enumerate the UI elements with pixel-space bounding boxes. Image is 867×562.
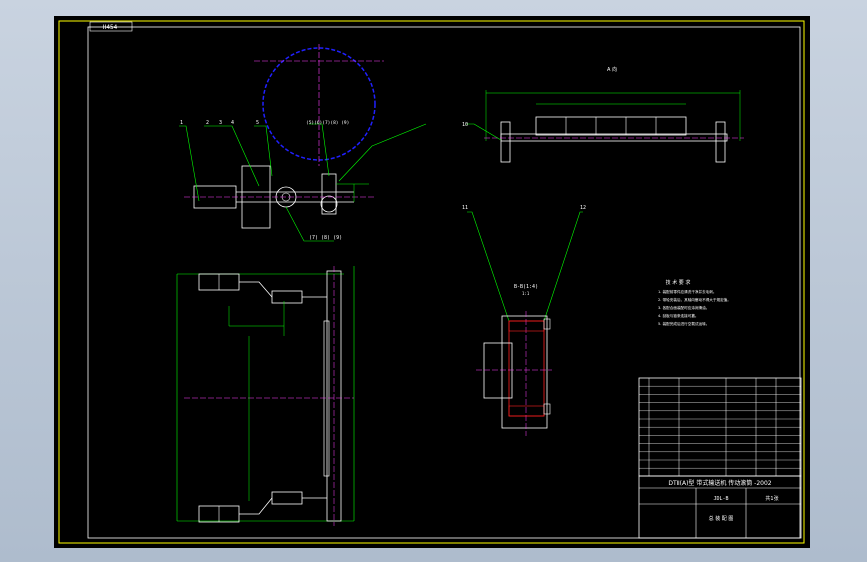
section-scale: 1:1 xyxy=(522,291,530,296)
bottom-left-view xyxy=(176,266,355,526)
top-arm xyxy=(239,281,273,298)
tech-req-line-3: 3. 各配合面装配时应涂润滑油。 xyxy=(658,305,709,310)
label-bottom-left: (7) (8) (9) xyxy=(309,235,342,241)
outer-border xyxy=(58,20,805,544)
leader-3 xyxy=(254,125,273,177)
leader-2 xyxy=(204,125,260,187)
callout-12: 12 xyxy=(580,205,586,211)
label-top-small: (5)(6)(7)(8) (9) xyxy=(306,120,349,126)
title-sub: JDL-B xyxy=(713,496,728,502)
top-mount xyxy=(271,290,303,304)
title-drawing-name: 总 装 配 图 xyxy=(709,515,734,522)
callout-11: 11 xyxy=(462,205,468,211)
tech-req-line-2: 2. 带轮安装后，其轴向窜动不得大于规定值。 xyxy=(658,297,731,302)
tech-req-line-1: 1. 装配前零件应清洗干净并去毛刺。 xyxy=(658,289,716,294)
end-bracket-r xyxy=(715,121,726,163)
bottom-arm xyxy=(239,497,273,515)
inner-border xyxy=(87,26,801,539)
clamp-circle xyxy=(320,195,338,213)
section-housing xyxy=(508,320,545,417)
callout-3: 3 xyxy=(219,120,222,126)
leader-12 xyxy=(543,211,583,322)
callout-1: 1 xyxy=(180,120,183,126)
scraper-blades xyxy=(535,116,687,136)
title-sheet: 共1张 xyxy=(765,495,778,502)
tech-requirements: 技 术 要 求 1. 装配前零件应清洗干净并去毛刺。 2. 带轮安装后，其轴向窜… xyxy=(658,279,731,326)
callout-4: 4 xyxy=(231,120,234,126)
tech-req-line-5: 5. 装配完成后进行空载试运转。 xyxy=(658,321,709,326)
callout-10: 10 xyxy=(462,122,468,128)
title-main: DTⅡ(A)型 带式输送机 传动滚筒 -2002 xyxy=(668,479,771,487)
tech-req-title: 技 术 要 求 xyxy=(666,279,691,286)
end-bracket-l xyxy=(500,121,511,163)
clamp-block xyxy=(321,173,337,215)
section-label: B-B(1:4) xyxy=(514,284,538,290)
corner-label: H454 xyxy=(103,24,118,31)
leader-4 xyxy=(338,123,427,182)
section-view: 11 12 B-B(1:4) 1:1 xyxy=(462,205,586,436)
callout-2: 2 xyxy=(206,120,209,126)
cad-drawing: H454 1 2 3 4 5 (5)(6)(7)(8) (9) (7) (8) … xyxy=(58,20,805,544)
inner-rail xyxy=(323,320,330,477)
bottom-mount xyxy=(271,491,303,505)
callout-5: 5 xyxy=(256,120,259,126)
view-title-a: A 向 xyxy=(607,66,617,73)
section-hatch-top xyxy=(508,320,545,332)
tech-req-line-4: 4. 刮板与链条连接可靠。 xyxy=(658,313,699,318)
top-left-view: 1 2 3 4 5 (5)(6)(7)(8) (9) (7) (8) (9) xyxy=(179,44,427,242)
parts-list-rows xyxy=(639,386,801,469)
leader-10 xyxy=(466,123,502,141)
title-block: DTⅡ(A)型 带式输送机 传动滚筒 -2002 JDL-B 共1张 总 装 配… xyxy=(638,377,802,539)
right-view: A 向 10 xyxy=(462,66,744,163)
cad-viewport[interactable]: H454 1 2 3 4 5 (5)(6)(7)(8) (9) (7) (8) … xyxy=(54,16,810,548)
leader-11 xyxy=(467,211,510,322)
leader-1 xyxy=(179,125,200,202)
section-hatch-bot xyxy=(508,405,545,417)
section-shaft xyxy=(483,342,513,399)
